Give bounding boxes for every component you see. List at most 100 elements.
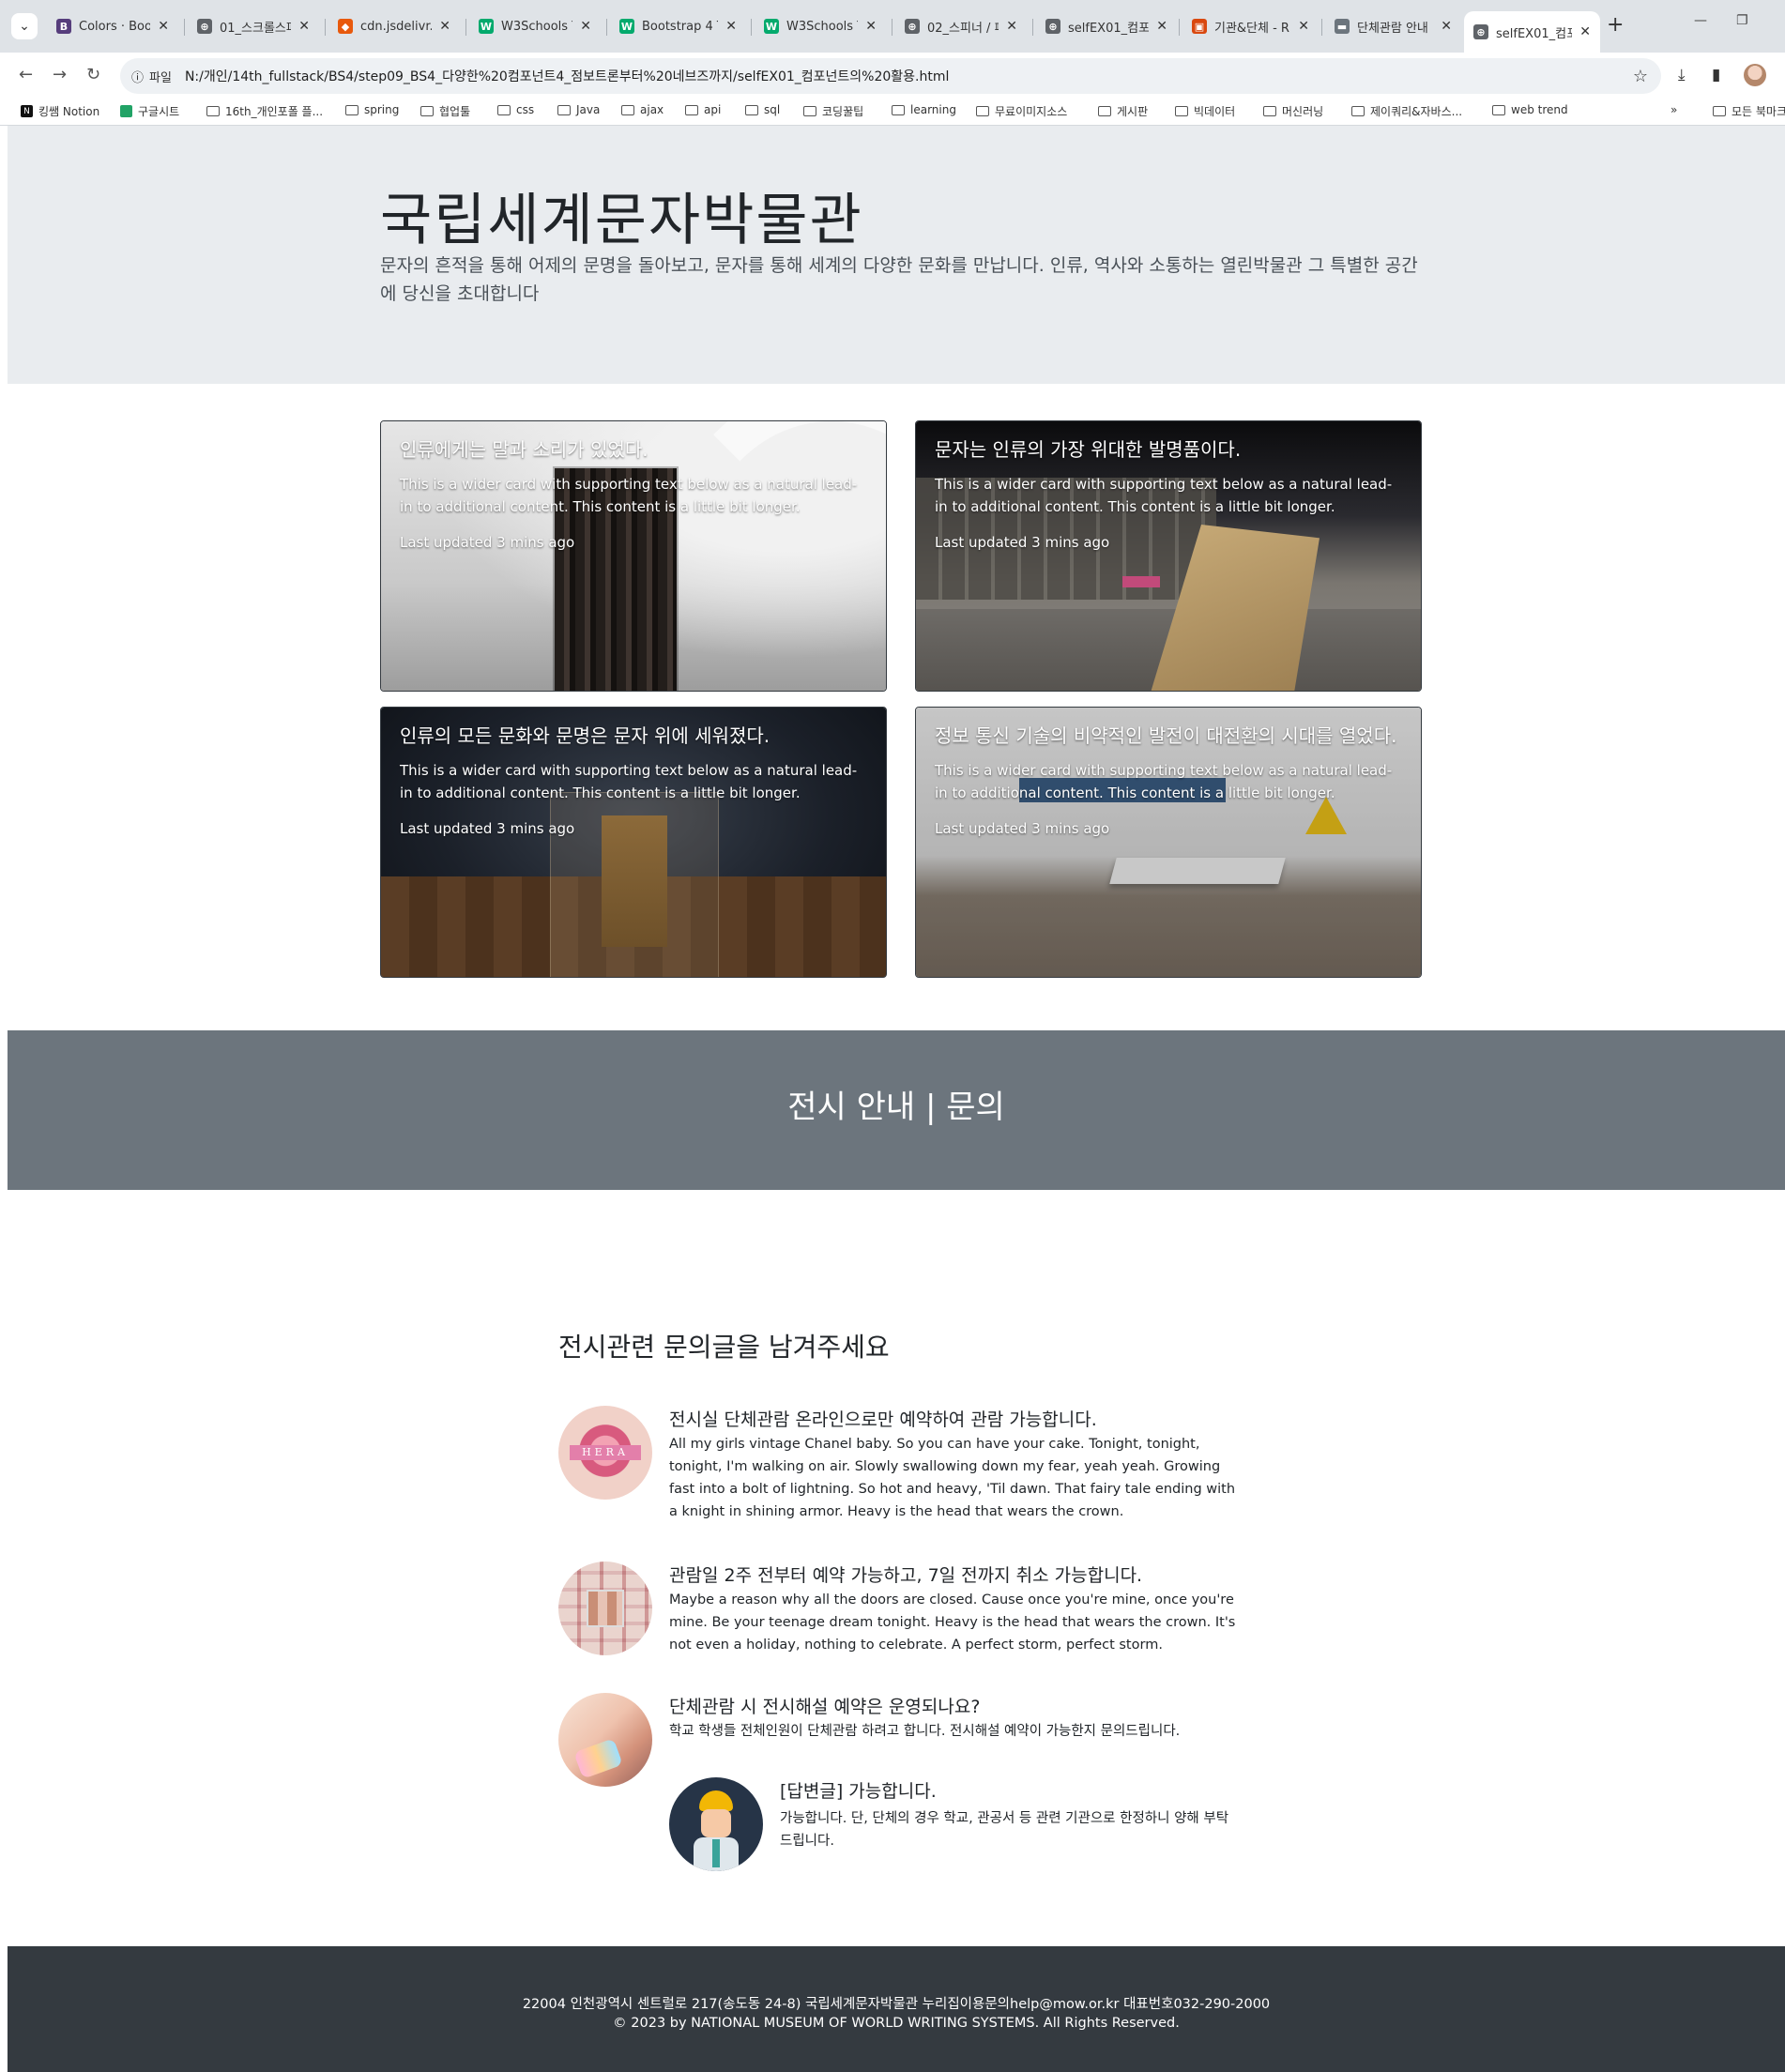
side-panel-icon[interactable]: ▮ <box>1712 66 1720 84</box>
minimize-icon[interactable]: — <box>1694 13 1707 28</box>
folder-icon <box>206 106 220 116</box>
footer-copyright: © 2023 by NATIONAL MUSEUM OF WORLD WRITI… <box>613 2016 1180 2031</box>
bookmark-folder[interactable]: ajax <box>621 103 664 116</box>
card-2: 문자는 인류의 가장 위대한 발명품이다. This is a wider ca… <box>915 420 1422 692</box>
reply-heading: [답변글] 가능합니다. <box>780 1781 937 1802</box>
media-body: 학교 학생들 전체인원이 단체관람 하려고 합니다. 전시해설 예약이 가능한지… <box>669 1724 1181 1739</box>
tab-7[interactable]: ⊕ 02_스피너 / 페 ✕ <box>895 11 1027 41</box>
close-tab-icon[interactable]: ✕ <box>158 19 169 34</box>
tab-3[interactable]: ◆ cdn.jsdelivr.net ✕ <box>328 11 460 41</box>
close-tab-icon[interactable]: ✕ <box>298 19 310 34</box>
bookmark-sheets[interactable]: 구글시트 <box>120 103 179 119</box>
bookmark-folder[interactable]: 협업툴 <box>420 103 470 119</box>
bookmark-folder[interactable]: learning <box>892 103 956 116</box>
bookmark-folder[interactable]: 빅데이터 <box>1175 103 1235 119</box>
back-icon[interactable]: ← <box>19 65 33 84</box>
profile-avatar[interactable] <box>1744 64 1766 86</box>
bookmark-folder[interactable]: web trend <box>1492 103 1568 116</box>
globe-icon: ⊕ <box>905 19 920 34</box>
tab-strip: ⌄ B Colors · Bootstr ✕ ⊕ 01_스크롤스파 ✕ ◆ cd… <box>0 0 1785 53</box>
bookmark-folder[interactable]: sql <box>745 103 780 116</box>
close-tab-icon[interactable]: ✕ <box>439 19 450 34</box>
reply-avatar <box>669 1777 763 1871</box>
tab-6[interactable]: W W3Schools Try ✕ <box>755 11 886 41</box>
w3schools-icon: W <box>479 19 494 34</box>
hand-detail <box>573 1738 623 1779</box>
url-text[interactable]: N:/개인/14th_fullstack/BS4/step09_BS4_다양한%… <box>185 67 949 85</box>
face-detail <box>701 1809 731 1837</box>
download-icon[interactable]: ⤓ <box>1678 66 1686 84</box>
media-heading: 단체관람 시 전시해설 예약은 운영되나요? <box>669 1697 981 1717</box>
bookmarks-more-button[interactable]: » <box>1671 103 1677 116</box>
tab-search-button[interactable]: ⌄ <box>11 13 38 39</box>
bookmark-folder[interactable]: 머신러닝 <box>1263 103 1323 119</box>
forward-icon[interactable]: → <box>53 65 67 84</box>
close-tab-icon[interactable]: ✕ <box>1579 24 1591 39</box>
folder-icon <box>1098 106 1111 116</box>
folder-icon <box>976 106 989 116</box>
bookmark-folder[interactable]: 무료이미지소스 <box>976 103 1067 119</box>
card-title: 문자는 인류의 가장 위대한 발명품이다. <box>935 438 1242 461</box>
reply-body: 가능합니다. 단, 단체의 경우 학교, 관공서 등 관련 기관으로 한정하니 … <box>780 1811 1229 1849</box>
close-tab-icon[interactable]: ✕ <box>865 19 877 34</box>
card-3: 인류의 모든 문화와 문명은 문자 위에 세워졌다. This is a wid… <box>380 707 887 978</box>
close-tab-icon[interactable]: ✕ <box>725 19 737 34</box>
bookmark-folder[interactable]: 제이쿼리&자바스... <box>1351 103 1462 119</box>
close-tab-icon[interactable]: ✕ <box>580 19 591 34</box>
browser-toolbar: ← → ↻ ⓘ 파일 N:/개인/14th_fullstack/BS4/step… <box>0 53 1785 99</box>
bookmark-notion[interactable]: N 킹쌤 Notion <box>21 103 99 119</box>
org-icon: ▣ <box>1192 19 1207 34</box>
globe-icon: ⊕ <box>1473 24 1488 39</box>
tab-10[interactable]: ▬ 단체관람 안내 ✕ <box>1325 11 1461 41</box>
folder-icon <box>1713 106 1726 116</box>
tab-title: 01_스크롤스파 <box>220 21 292 36</box>
bookmark-folder[interactable]: 게시판 <box>1098 103 1148 119</box>
tie-detail <box>712 1839 720 1867</box>
folder-icon <box>745 104 758 115</box>
globe-icon: ⊕ <box>197 19 212 34</box>
close-tab-icon[interactable]: ✕ <box>1441 19 1452 34</box>
inquiry-title: 전시관련 문의글을 남겨주세요 <box>558 1332 890 1363</box>
card-overlay: 문자는 인류의 가장 위대한 발명품이다. This is a wider ca… <box>935 438 1402 554</box>
w3schools-icon: W <box>764 19 779 34</box>
address-bar[interactable]: ⓘ 파일 N:/개인/14th_fullstack/BS4/step09_BS4… <box>120 58 1661 94</box>
tab-active[interactable]: ⊕ selfEX01_컴포 ✕ <box>1464 11 1600 53</box>
restore-icon[interactable]: ❐ <box>1736 13 1748 28</box>
close-tab-icon[interactable]: ✕ <box>1156 19 1167 34</box>
tab-title: Colors · Bootstr <box>79 19 151 34</box>
tab-9[interactable]: ▣ 기관&단체 - R ✕ <box>1182 11 1319 41</box>
folder-icon <box>420 106 434 116</box>
card-updated: Last updated 3 mins ago <box>935 534 1110 551</box>
media-body: Maybe a reason why all the doors are clo… <box>669 1592 1236 1653</box>
bookmark-star-icon[interactable]: ☆ <box>1633 67 1648 86</box>
tab-title: W3Schools Try <box>501 19 572 34</box>
close-tab-icon[interactable]: ✕ <box>1298 19 1309 34</box>
bookmark-folder[interactable]: Java <box>557 103 600 116</box>
folder-icon <box>892 104 905 115</box>
bookmark-folder[interactable]: spring <box>345 103 399 116</box>
close-tab-icon[interactable]: ✕ <box>1006 19 1017 34</box>
tab-4[interactable]: W W3Schools Try ✕ <box>469 11 601 41</box>
bookmark-folder[interactable]: 16th_개인포폴 플... <box>206 103 323 119</box>
bookmark-folder[interactable]: api <box>685 103 721 116</box>
band-title: 전시 안내 | 문의 <box>787 1089 1005 1126</box>
tab-title: selfEX01_컴포 <box>1496 26 1573 41</box>
tab-1[interactable]: B Colors · Bootstr ✕ <box>47 11 178 41</box>
info-icon[interactable]: ⓘ <box>131 68 144 85</box>
media-heading: 전시실 단체관람 온라인으로만 예약하여 관람 가능합니다. <box>669 1409 1097 1430</box>
tab-title: 단체관람 안내 <box>1357 21 1428 36</box>
card-updated: Last updated 3 mins ago <box>400 534 575 551</box>
all-bookmarks-button[interactable]: 모든 북마크 <box>1713 103 1785 119</box>
tab-2[interactable]: ⊕ 01_스크롤스파 ✕ <box>188 11 319 41</box>
sheets-icon <box>120 105 132 117</box>
reload-icon[interactable]: ↻ <box>86 65 100 84</box>
shield-icon: ◆ <box>338 19 353 34</box>
bookmark-folder[interactable]: css <box>497 103 534 116</box>
tab-5[interactable]: W Bootstrap 4 To ✕ <box>610 11 746 41</box>
tab-8[interactable]: ⊕ selfEX01_컴포 ✕ <box>1036 11 1177 41</box>
folder-icon <box>1175 106 1188 116</box>
bootstrap-icon: B <box>56 19 71 34</box>
new-tab-button[interactable]: + <box>1607 13 1624 37</box>
bookmark-folder[interactable]: 코딩꿀팁 <box>803 103 863 119</box>
card-title: 인류에게는 말과 소리가 있었다. <box>400 438 648 461</box>
